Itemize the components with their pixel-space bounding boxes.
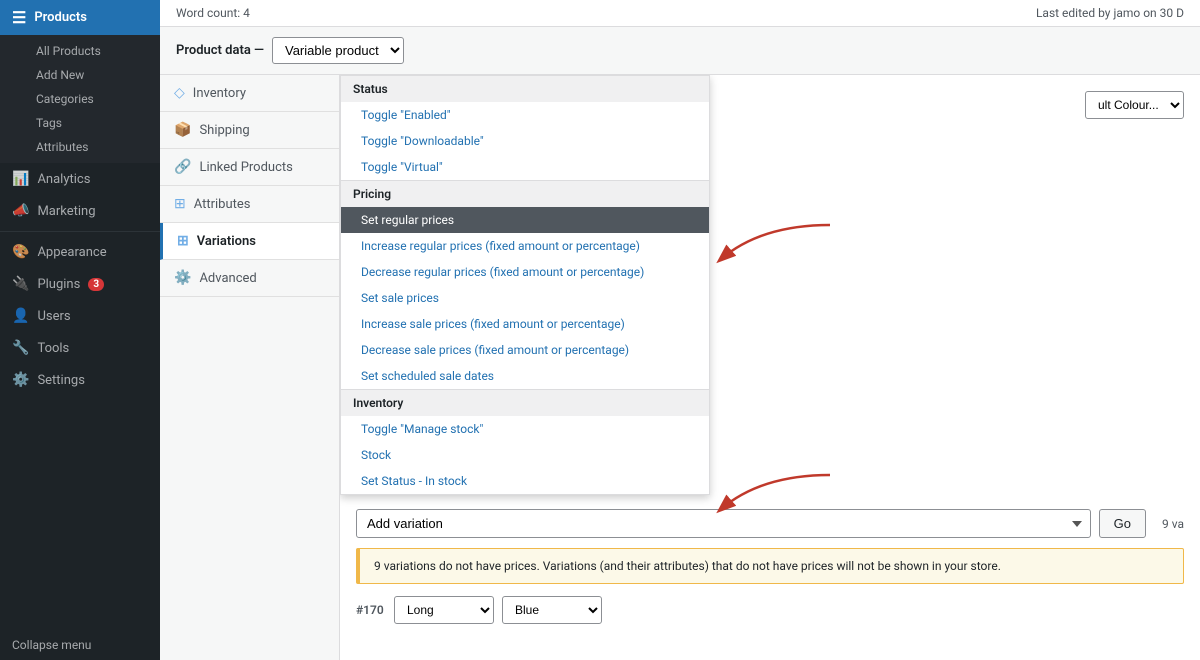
sidebar-item-tags[interactable]: Tags xyxy=(24,111,160,135)
dropdown-set-regular-prices[interactable]: Set regular prices xyxy=(341,207,709,233)
appearance-icon: 🎨 xyxy=(12,244,29,260)
tab-inventory-label: Inventory xyxy=(193,86,246,101)
products-submenu: All Products Add New Categories Tags Att… xyxy=(0,35,160,163)
tools-icon: 🔧 xyxy=(12,340,29,356)
shipping-icon: 📦 xyxy=(174,122,191,138)
inventory-icon: ◇ xyxy=(174,85,185,101)
analytics-icon: 📊 xyxy=(12,171,29,187)
sidebar-item-appearance[interactable]: 🎨 Appearance xyxy=(0,236,160,268)
analytics-label: Analytics xyxy=(37,172,90,187)
dropdown-decrease-regular-prices[interactable]: Decrease regular prices (fixed amount or… xyxy=(341,259,709,285)
last-edited: Last edited by jamo on 30 D xyxy=(1036,6,1184,20)
product-type-select[interactable]: Variable product xyxy=(272,37,404,64)
sidebar-item-all-products[interactable]: All Products xyxy=(24,39,160,63)
top-bar: Word count: 4 Last edited by jamo on 30 … xyxy=(160,0,1200,27)
main-content: Word count: 4 Last edited by jamo on 30 … xyxy=(160,0,1200,660)
collapse-menu[interactable]: Collapse menu xyxy=(0,630,160,660)
settings-icon: ⚙️ xyxy=(12,372,29,388)
users-icon: 👤 xyxy=(12,308,29,324)
tab-advanced-label: Advanced xyxy=(199,271,256,286)
sidebar-header-label: Products xyxy=(34,10,87,25)
attributes-icon: ⊞ xyxy=(174,196,186,212)
dropdown-set-status-out-of-stock[interactable]: Set Status - Out of stock xyxy=(341,494,709,495)
sidebar-item-analytics[interactable]: 📊 Analytics xyxy=(0,163,160,195)
variation-id: #170 xyxy=(356,603,386,617)
dropdown-section-status: Status xyxy=(341,76,709,102)
tab-shipping-label: Shipping xyxy=(199,123,249,138)
sidebar-divider xyxy=(0,231,160,232)
marketing-icon: 📣 xyxy=(12,203,29,219)
product-data-label: Product data — xyxy=(176,43,264,58)
dropdown-toggle-virtual[interactable]: Toggle "Virtual" xyxy=(341,154,709,180)
tab-variations[interactable]: ⊞ Variations xyxy=(160,223,339,260)
dropdown-toggle-downloadable[interactable]: Toggle "Downloadable" xyxy=(341,128,709,154)
sidebar-products-header[interactable]: ☰ Products xyxy=(0,0,160,35)
tab-inventory[interactable]: ◇ Inventory xyxy=(160,75,339,112)
sidebar-item-plugins[interactable]: 🔌 Plugins 3 xyxy=(0,268,160,300)
variation-option2-select[interactable]: Blue xyxy=(502,596,602,624)
product-data-body: ◇ Inventory 📦 Shipping 🔗 Linked Products… xyxy=(160,75,1200,660)
tab-advanced[interactable]: ⚙️ Advanced xyxy=(160,260,339,297)
add-variation-select[interactable]: Add variation xyxy=(356,509,1091,538)
plugins-badge: 3 xyxy=(88,278,104,291)
go-button[interactable]: Go xyxy=(1099,509,1146,538)
dropdown-toggle-enabled[interactable]: Toggle "Enabled" xyxy=(341,102,709,128)
sidebar-item-tools[interactable]: 🔧 Tools xyxy=(0,332,160,364)
dropdown-set-status-in-stock[interactable]: Set Status - In stock xyxy=(341,468,709,494)
variation-option1-select[interactable]: Long xyxy=(394,596,494,624)
tools-label: Tools xyxy=(37,341,69,356)
dropdown-increase-regular-prices[interactable]: Increase regular prices (fixed amount or… xyxy=(341,233,709,259)
plugins-label: Plugins xyxy=(37,277,80,292)
tab-linked-products-label: Linked Products xyxy=(199,160,292,175)
dropdown-set-scheduled-sale-dates[interactable]: Set scheduled sale dates xyxy=(341,363,709,389)
product-data-header: Product data — Variable product xyxy=(160,27,1200,75)
linked-products-icon: 🔗 xyxy=(174,159,191,175)
product-area: Word count: 4 Last edited by jamo on 30 … xyxy=(160,0,1200,660)
marketing-label: Marketing xyxy=(37,204,95,219)
tab-shipping[interactable]: 📦 Shipping xyxy=(160,112,339,149)
dropdown-set-sale-prices[interactable]: Set sale prices xyxy=(341,285,709,311)
products-menu-icon: ☰ xyxy=(12,8,26,27)
product-content: ult Colour... Status Toggle "Enabled" To… xyxy=(340,75,1200,660)
product-tabs: ◇ Inventory 📦 Shipping 🔗 Linked Products… xyxy=(160,75,340,660)
dropdown-section-inventory: Inventory xyxy=(341,389,709,416)
sidebar-item-add-new[interactable]: Add New xyxy=(24,63,160,87)
sidebar-item-marketing[interactable]: 📣 Marketing xyxy=(0,195,160,227)
sidebar-item-attributes[interactable]: Attributes xyxy=(24,135,160,159)
add-variation-row: Add variation Go 9 va xyxy=(356,509,1184,538)
dropdown-decrease-sale-prices[interactable]: Decrease sale prices (fixed amount or pe… xyxy=(341,337,709,363)
no-price-notice: 9 variations do not have prices. Variati… xyxy=(356,548,1184,584)
advanced-icon: ⚙️ xyxy=(174,270,191,286)
appearance-label: Appearance xyxy=(37,245,106,260)
sidebar-item-categories[interactable]: Categories xyxy=(24,87,160,111)
sidebar-item-settings[interactable]: ⚙️ Settings xyxy=(0,364,160,396)
sidebar-item-users[interactable]: 👤 Users xyxy=(0,300,160,332)
dropdown-section-pricing: Pricing xyxy=(341,180,709,207)
settings-label: Settings xyxy=(37,373,84,388)
dropdown-increase-sale-prices[interactable]: Increase sale prices (fixed amount or pe… xyxy=(341,311,709,337)
variation-row: #170 Long Blue xyxy=(356,596,1184,624)
dropdown-toggle-manage-stock[interactable]: Toggle "Manage stock" xyxy=(341,416,709,442)
word-count: Word count: 4 xyxy=(176,6,250,20)
variations-icon: ⊞ xyxy=(177,233,189,249)
dropdown-stock[interactable]: Stock xyxy=(341,442,709,468)
sidebar: ☰ Products All Products Add New Categori… xyxy=(0,0,160,660)
tab-variations-label: Variations xyxy=(197,234,256,249)
tab-attributes[interactable]: ⊞ Attributes xyxy=(160,186,339,223)
below-dropdown: Add variation Go 9 va 9 variations do no… xyxy=(356,509,1184,624)
variation-count: 9 va xyxy=(1162,517,1184,531)
colour-select[interactable]: ult Colour... xyxy=(1085,91,1184,119)
tab-linked-products[interactable]: 🔗 Linked Products xyxy=(160,149,339,186)
users-label: Users xyxy=(37,309,70,324)
tab-attributes-label: Attributes xyxy=(194,197,251,212)
plugins-icon: 🔌 xyxy=(12,276,29,292)
bulk-action-dropdown: Status Toggle "Enabled" Toggle "Download… xyxy=(340,75,710,495)
